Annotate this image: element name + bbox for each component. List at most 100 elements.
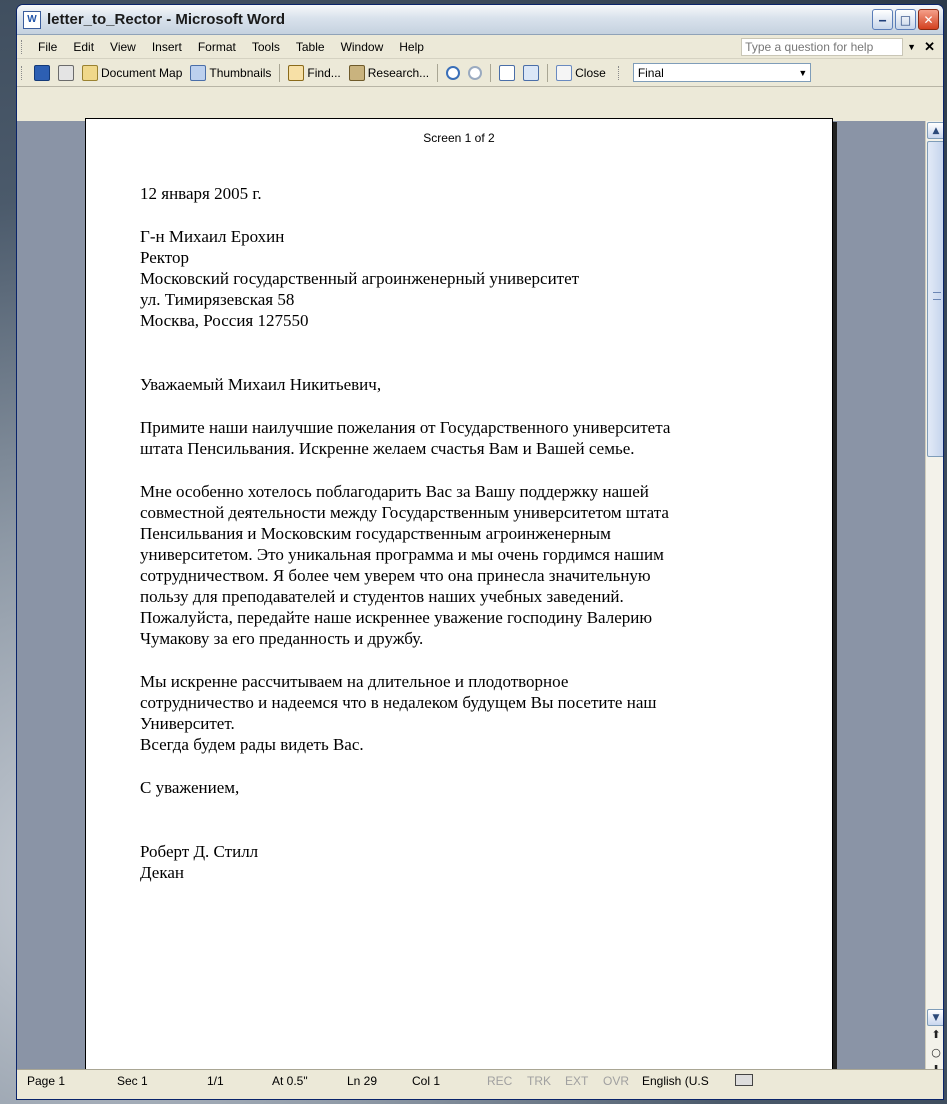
multiple-pages-button[interactable] — [519, 63, 543, 83]
letter-body[interactable]: 12 января 2005 г. Г-н Михаил Ерохин Рект… — [140, 183, 810, 883]
chevron-down-icon: ▼ — [932, 1012, 940, 1023]
help-dropdown-icon[interactable]: ▼ — [907, 42, 916, 52]
menu-bar: File Edit View Insert Format Tools Table… — [17, 35, 943, 59]
toolbar-grip-2[interactable] — [617, 65, 621, 80]
zoom-in-icon — [446, 65, 461, 80]
spelling-status-icon[interactable] — [735, 1074, 753, 1086]
menu-window[interactable]: Window — [333, 38, 392, 56]
paragraph-line: сотрудничество и надеемся что в недалеко… — [140, 693, 657, 712]
toolbar-separator — [547, 63, 549, 82]
save-button[interactable] — [30, 63, 54, 83]
menu-help[interactable]: Help — [391, 38, 432, 56]
help-search-input[interactable]: Type a question for help — [741, 37, 904, 56]
document-workspace: Screen 1 of 2 12 января 2005 г. Г-н Миха… — [17, 118, 943, 1081]
one-page-button[interactable] — [495, 63, 519, 83]
paragraph-line: сотрудничеством. Я более чем уверем что … — [140, 566, 651, 585]
document-map-label: Document Map — [101, 65, 183, 80]
paragraph-line: университетом. Это уникальная программа … — [140, 545, 664, 564]
menu-view[interactable]: View — [102, 38, 144, 56]
thumbnails-button[interactable]: Thumbnails — [186, 63, 275, 83]
paragraph-line: Примите наши наилучшие пожелания от Госу… — [140, 418, 671, 437]
status-line: Ln 29 — [347, 1074, 378, 1088]
zoom-out-icon — [468, 65, 483, 80]
recipient-line: Москва, Россия 127550 — [140, 311, 309, 330]
paragraph-line: штата Пенсильвания. Искренне желаем счас… — [140, 439, 635, 458]
chevron-down-icon: ▼ — [798, 67, 808, 78]
one-page-icon — [499, 64, 516, 81]
thumbnails-icon — [190, 64, 207, 81]
paragraph-line: Пенсильвания и Московским государственны… — [140, 524, 611, 543]
word-app-icon[interactable]: W — [23, 10, 41, 29]
paragraph-line: Университет. — [140, 714, 235, 733]
menu-tools[interactable]: Tools — [244, 38, 288, 56]
status-page: Page 1 — [27, 1074, 66, 1088]
status-bar: Page 1 Sec 1 1/1 At 0.5" Ln 29 Col 1 REC… — [17, 1069, 943, 1099]
chevron-up-icon: ▲ — [932, 125, 940, 136]
status-rec[interactable]: REC — [487, 1074, 512, 1088]
find-button[interactable]: Find... — [284, 63, 344, 83]
signature-name: Роберт Д. Стилл — [140, 842, 259, 861]
status-trk[interactable]: TRK — [527, 1074, 551, 1088]
close-document-icon[interactable]: ✕ — [924, 39, 935, 55]
document-map-button[interactable]: Document Map — [78, 63, 186, 83]
letter-date: 12 января 2005 г. — [140, 184, 262, 203]
menu-format[interactable]: Format — [190, 38, 244, 56]
book-icon — [556, 64, 573, 81]
paragraph-line: Чумакову за его преданность и дружбу. — [140, 629, 424, 648]
word-window: W letter_to_Rector - Microsoft Word ‒ □ … — [16, 4, 944, 1100]
status-ext[interactable]: EXT — [565, 1074, 588, 1088]
menu-file[interactable]: File — [30, 38, 65, 56]
select-browse-object-icon[interactable]: ○ — [926, 1046, 943, 1059]
paragraph-line: совместной деятельности между Государств… — [140, 503, 669, 522]
menu-insert[interactable]: Insert — [144, 38, 190, 56]
title-bar[interactable]: W letter_to_Rector - Microsoft Word ‒ □ … — [17, 5, 943, 35]
research-button[interactable]: Research... — [345, 63, 433, 83]
toolbar-separator — [490, 63, 492, 82]
reading-toolbar: Document Map Thumbnails Find... Research… — [17, 59, 943, 87]
status-at: At 0.5" — [272, 1074, 308, 1088]
close-icon: ✕ — [923, 12, 934, 27]
recipient-line: Г-н Михаил Ерохин — [140, 227, 285, 246]
print-icon — [58, 64, 74, 81]
display-for-review-select[interactable]: Final ▼ — [632, 63, 811, 82]
status-language[interactable]: English (U.S — [642, 1074, 709, 1088]
research-label: Research... — [367, 65, 430, 80]
recipient-line: Московский государственный агроинженерны… — [140, 269, 580, 288]
paragraph-line: Всегда будем рады видеть Вас. — [140, 735, 364, 754]
paragraph-line: пользу для преподавателей и студентов на… — [140, 587, 624, 606]
previous-page-icon[interactable]: ⬆ — [926, 1028, 943, 1041]
save-icon — [34, 64, 50, 81]
menu-edit[interactable]: Edit — [65, 38, 102, 56]
close-reading-button[interactable]: Close — [552, 63, 610, 83]
recipient-line: ул. Тимирязевская 58 — [140, 290, 295, 309]
signature-title: Декан — [140, 863, 184, 882]
minimize-button[interactable]: ‒ — [872, 9, 893, 30]
thumbnails-label: Thumbnails — [209, 65, 272, 80]
window-controls: ‒ □ ✕ — [872, 9, 939, 30]
menu-table[interactable]: Table — [288, 38, 333, 56]
document-map-icon — [82, 64, 98, 81]
paragraph-line: Пожалуйста, передайте наше искреннее ува… — [140, 608, 653, 627]
menu-grip[interactable] — [21, 39, 24, 54]
scroll-thumb[interactable] — [927, 141, 943, 457]
find-label: Find... — [307, 65, 341, 80]
toolbar-grip[interactable] — [21, 65, 24, 80]
scroll-down-button[interactable]: ▼ — [927, 1009, 943, 1026]
zoom-in-button[interactable] — [442, 64, 464, 82]
vertical-scrollbar[interactable]: ▲ ▼ ⬆ ○ ⬇ — [925, 121, 943, 1076]
view-mode-value: Final — [637, 65, 664, 80]
research-icon — [348, 64, 365, 81]
close-reading-label: Close — [575, 65, 606, 80]
binoculars-icon — [288, 64, 305, 81]
maximize-button[interactable]: □ — [895, 9, 916, 30]
close-window-button[interactable]: ✕ — [918, 9, 939, 30]
zoom-out-button[interactable] — [464, 64, 486, 82]
scroll-up-button[interactable]: ▲ — [927, 122, 943, 139]
print-button[interactable] — [54, 63, 78, 83]
window-title: letter_to_Rector - Microsoft Word — [47, 11, 286, 28]
document-page[interactable]: Screen 1 of 2 12 января 2005 г. Г-н Миха… — [85, 118, 833, 1081]
status-column: Col 1 — [412, 1074, 441, 1088]
screen-indicator: Screen 1 of 2 — [423, 131, 495, 145]
status-section: Sec 1 — [117, 1074, 148, 1088]
status-ovr[interactable]: OVR — [603, 1074, 629, 1088]
